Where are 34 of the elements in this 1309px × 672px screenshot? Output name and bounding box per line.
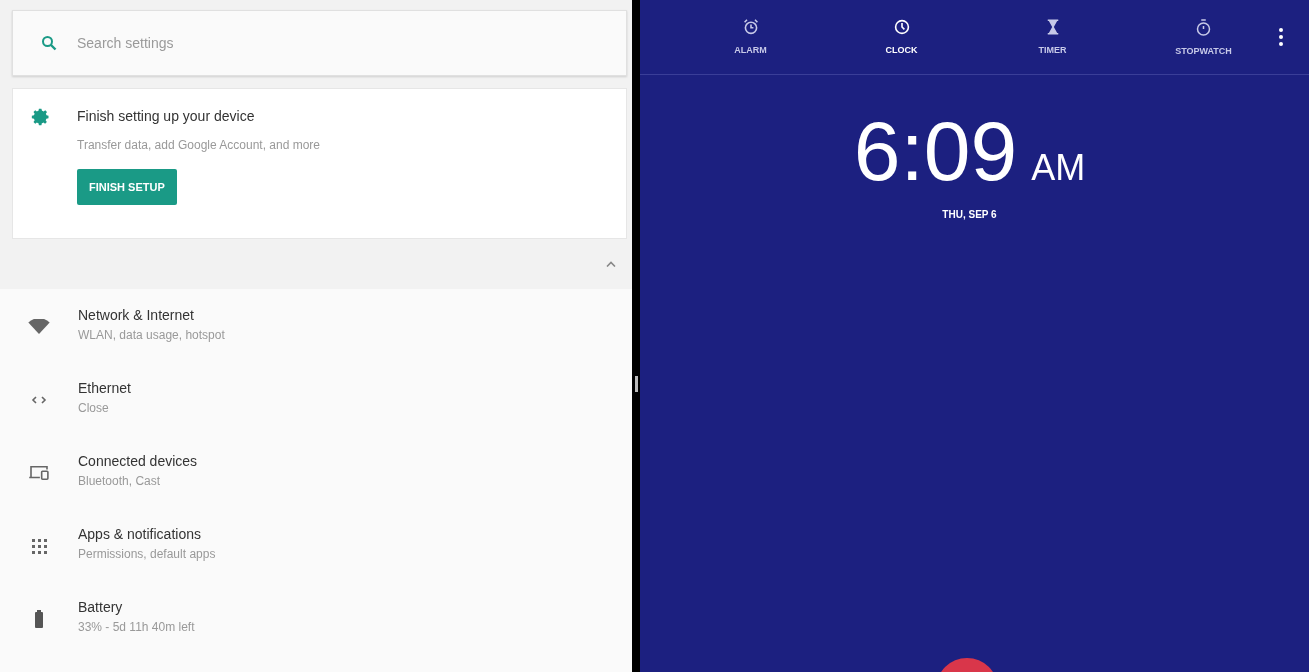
search-icon [41, 34, 57, 51]
battery-icon [35, 610, 43, 628]
setting-title[interactable]: Apps & notifications [78, 526, 216, 542]
clock-time: 6:09 [853, 109, 1018, 193]
gear-icon [31, 106, 51, 127]
clock-tab[interactable]: ALARM [675, 19, 826, 55]
am-pm-label: AM [1031, 147, 1086, 189]
clock-tab[interactable]: TIMER [977, 19, 1128, 55]
wifi-icon [28, 319, 50, 335]
divider-handle[interactable] [634, 376, 638, 392]
apps-grid-icon [31, 538, 47, 554]
setting-title[interactable]: Network & Internet [78, 307, 225, 323]
setting-subtitle: Permissions, default apps [78, 547, 216, 561]
setting-subtitle: Bluetooth, Cast [78, 474, 162, 488]
setting-title[interactable]: Connected devices [78, 453, 198, 469]
caret-up-icon[interactable] [606, 261, 617, 268]
setup-title: Finish setting up your device [77, 107, 255, 124]
clock-date: THU, SEP 6 [942, 209, 997, 220]
setting-title[interactable]: Ethernet [78, 380, 131, 396]
clock-icon [893, 19, 910, 35]
alarm-clock-icon [742, 19, 759, 35]
clock-tab[interactable]: STOPWATCH [1128, 18, 1279, 56]
setting-subtitle: WLAN, data usage, hotspot [78, 328, 225, 342]
setup-subtitle: Transfer data, add Google Account, and more [77, 137, 321, 152]
more-menu-icon[interactable] [1279, 28, 1283, 46]
search-field[interactable]: Search settings [75, 33, 479, 52]
setting-subtitle: 33% - 5d 11h 40m left [78, 620, 195, 634]
setting-subtitle: Close [78, 401, 110, 415]
hourglass-icon [1046, 19, 1059, 35]
ethernet-icon [31, 396, 47, 404]
setting-title[interactable]: Battery [78, 599, 195, 615]
clock-tab[interactable]: CLOCK [826, 19, 977, 55]
devices-icon [28, 465, 50, 481]
stopwatch-icon [1196, 18, 1211, 36]
